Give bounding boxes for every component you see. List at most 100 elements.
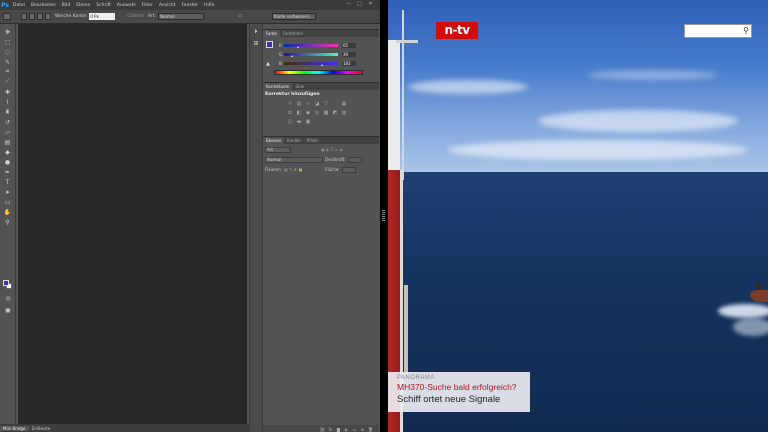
new-layer-icon[interactable]: ⊞ (360, 427, 365, 432)
type-tool-icon[interactable]: T (3, 178, 13, 186)
refine-edge-button[interactable]: Kante verbessern... (271, 13, 316, 20)
adjustment-layer-icon[interactable]: ◐ (344, 427, 349, 432)
green-slider[interactable] (284, 52, 338, 57)
color-spectrum-bar[interactable] (274, 70, 363, 75)
search-icon[interactable]: ⚲ (743, 26, 749, 36)
levels-icon[interactable]: ▥ (296, 101, 302, 107)
subtract-selection-icon[interactable] (37, 13, 43, 20)
red-slider[interactable] (284, 43, 338, 48)
brightness-icon[interactable]: ☼ (287, 101, 293, 107)
blur-tool-icon[interactable]: ◆ (3, 148, 13, 156)
tab-farbe[interactable]: Farbe (263, 30, 281, 37)
menu-hilfe[interactable]: Hilfe (201, 3, 217, 8)
red-value[interactable]: 65 (342, 42, 356, 48)
menu-schrift[interactable]: Schrift (93, 3, 114, 8)
channel-mixer-icon[interactable]: ◎ (314, 110, 320, 116)
new-group-icon[interactable]: ▭ (352, 427, 357, 432)
divider-grip-icon[interactable] (382, 210, 385, 222)
slider-knob[interactable] (290, 54, 293, 57)
panel-foreground-swatch[interactable] (266, 41, 273, 48)
blue-slider[interactable] (284, 61, 338, 66)
tab-korrekturen[interactable]: Korrekturen (263, 83, 293, 90)
zoom-tool-icon[interactable]: ⚲ (3, 218, 13, 226)
quick-mask-icon[interactable]: ◎ (3, 294, 13, 302)
intersect-selection-icon[interactable] (45, 13, 51, 20)
blue-value[interactable]: 181 (342, 60, 356, 66)
black-white-icon[interactable]: ◧ (296, 110, 302, 116)
color-balance-icon[interactable]: ⚖ (287, 110, 293, 116)
tab-stile[interactable]: Stile (292, 83, 307, 90)
quick-select-tool-icon[interactable]: ✎ (3, 58, 13, 66)
menu-datei[interactable]: Datei (10, 3, 28, 8)
eyedropper-tool-icon[interactable]: ⟋ (3, 78, 13, 86)
menu-ebene[interactable]: Ebene (73, 3, 93, 8)
style-select[interactable]: Normal (158, 13, 205, 20)
add-selection-icon[interactable] (29, 13, 35, 20)
ntv-logo[interactable]: n-tv (436, 22, 478, 39)
gradient-tool-icon[interactable]: ▤ (3, 138, 13, 146)
tab-mini-bridge[interactable]: Mini Bridge (0, 425, 29, 431)
invert-icon[interactable]: ◩ (332, 110, 338, 116)
layer-filter-select[interactable]: Art (265, 146, 291, 153)
path-select-tool-icon[interactable]: ➤ (3, 188, 13, 196)
menu-fenster[interactable]: Fenster (178, 3, 201, 8)
blend-mode-select[interactable]: Normal (265, 156, 323, 163)
photo-filter-icon[interactable]: ◉ (305, 110, 311, 116)
layer-mask-icon[interactable]: ◙ (336, 427, 341, 432)
link-layers-icon[interactable]: ⛓ (320, 427, 325, 432)
menu-ansicht[interactable]: Ansicht (156, 3, 179, 8)
eraser-tool-icon[interactable]: ▱ (3, 128, 13, 136)
news-caption[interactable]: PANORAMA MH370-Suche bald erfolgreich? S… (388, 372, 530, 412)
healing-tool-icon[interactable]: ✚ (3, 88, 13, 96)
screen-mode-icon[interactable]: ▣ (3, 306, 13, 314)
menu-auswahl[interactable]: Auswahl (114, 3, 139, 8)
lasso-tool-icon[interactable]: ◌ (3, 48, 13, 56)
exposure-icon[interactable]: ◪ (314, 101, 320, 107)
document-canvas[interactable] (18, 24, 247, 424)
slider-knob[interactable] (320, 63, 323, 66)
hue-saturation-icon[interactable]: ▦ (341, 101, 347, 107)
tab-farbfelder[interactable]: Farbfelder (280, 30, 306, 37)
opacity-input[interactable] (347, 156, 362, 163)
dodge-tool-icon[interactable]: ● (3, 158, 13, 166)
posterize-icon[interactable]: ▨ (341, 110, 347, 116)
threshold-icon[interactable]: ◫ (287, 119, 293, 125)
history-brush-tool-icon[interactable]: ↺ (3, 118, 13, 126)
curves-icon[interactable]: ∿ (305, 101, 311, 107)
slider-knob[interactable] (296, 45, 299, 48)
swap-icon[interactable]: ⇄ (238, 14, 242, 19)
green-value[interactable]: 39 (342, 51, 356, 57)
maximize-icon[interactable]: □ (355, 1, 364, 8)
close-icon[interactable]: ✕ (366, 1, 375, 8)
hand-tool-icon[interactable]: ✋ (3, 208, 13, 216)
vibrance-icon[interactable]: ▽ (323, 101, 329, 107)
tab-zeitleiste[interactable]: Zeitleiste (29, 426, 54, 431)
marquee-tool-icon[interactable]: ⬚ (3, 38, 13, 46)
selective-color-icon[interactable]: ▣ (305, 119, 311, 125)
fill-input[interactable] (341, 166, 356, 173)
stamp-tool-icon[interactable]: ♜ (3, 108, 13, 116)
search-input[interactable]: ⚲ (684, 24, 752, 38)
caption-headline[interactable]: MH370-Suche bald erfolgreich? (397, 382, 530, 392)
tab-ebenen[interactable]: Ebenen (263, 137, 285, 144)
brush-tool-icon[interactable]: ⌇ (3, 98, 13, 106)
tab-pfade[interactable]: Pfade (304, 137, 321, 144)
foreground-color-swatch[interactable] (3, 280, 9, 286)
pen-tool-icon[interactable]: ✒ (3, 168, 13, 176)
filter-icons[interactable]: ▣ ◐ T ▭ ◈ (321, 147, 343, 152)
smooth-checkbox[interactable]: Glätten (127, 14, 144, 19)
shape-tool-icon[interactable]: ▭ (3, 198, 13, 206)
minimize-icon[interactable]: — (344, 1, 353, 8)
tool-preset-picker[interactable] (3, 13, 11, 20)
feather-input[interactable]: 0 Px (89, 13, 116, 20)
lock-icons[interactable]: ▦ ✎ ✥ 🔒 (284, 167, 303, 172)
brush-preset-icon[interactable]: ⊞ (252, 40, 260, 48)
new-selection-icon[interactable] (21, 13, 27, 20)
history-icon[interactable]: ⏵ (252, 28, 260, 36)
move-tool-icon[interactable]: ✥ (3, 28, 13, 36)
menu-bild[interactable]: Bild (59, 3, 73, 8)
layers-list[interactable] (263, 177, 379, 425)
menu-filter[interactable]: Filter (139, 3, 156, 8)
gradient-map-icon[interactable]: ▬ (296, 119, 302, 125)
gamut-warning-icon[interactable]: ▲ (266, 61, 270, 67)
